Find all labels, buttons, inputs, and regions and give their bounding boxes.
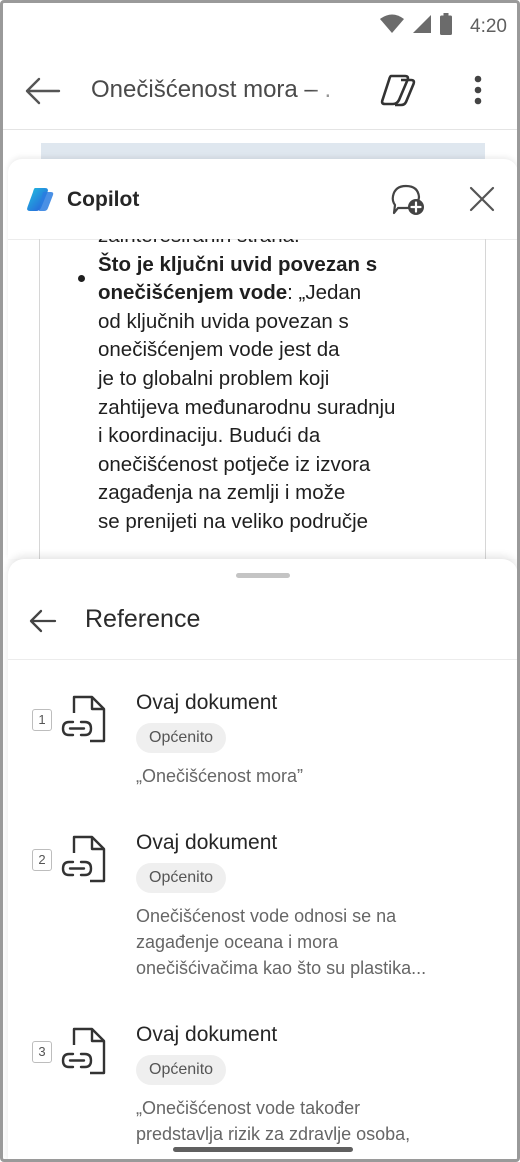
reference-excerpt: „Onečišćenost vode također predstavlja r… [136, 1098, 411, 1144]
home-indicator[interactable] [173, 1147, 353, 1152]
chat-text: od ključnih uvida povezan s [98, 309, 349, 333]
back-arrow-icon[interactable] [23, 71, 63, 116]
chat-bold-text: Što je ključni uvid povezan s [98, 252, 378, 276]
wifi-icon [380, 14, 405, 39]
copilot-response-text: zainteresiranih strana. Što je ključni uv… [98, 239, 458, 537]
chat-text: i koordinaciju. Budući da [98, 424, 321, 448]
reference-excerpt: Onečišćenost vode odnosi se na zagađenje… [136, 906, 427, 978]
status-bar: 4:20 [3, 3, 517, 53]
reference-badge: Općenito [136, 723, 227, 753]
chat-line: zainteresiranih strana. [98, 239, 458, 251]
reference-title: Reference [85, 605, 201, 633]
new-chat-icon[interactable] [390, 183, 426, 222]
reference-badge: Općenito [136, 863, 227, 893]
phone-screen: 4:20 Onečišćenost mora – . Copilot Što j… [0, 0, 520, 1162]
linked-document-icon [60, 693, 110, 750]
cellular-signal-icon [412, 14, 432, 39]
copilot-header: Copilot [8, 159, 517, 240]
copilot-logo-icon [26, 186, 54, 217]
chat-line: onečišćenjem vode jest da [98, 336, 458, 365]
reference-source-name: Ovaj dokument [136, 691, 278, 714]
chat-line: je to globalni problem koji [98, 365, 458, 394]
chat-text: zagađenja na zemlji i može [98, 481, 346, 505]
bullet-point [78, 275, 85, 282]
chat-divider [39, 239, 40, 559]
clock: 4:20 [470, 15, 507, 37]
copilot-title: Copilot [67, 188, 140, 211]
copilot-panel: Copilot zainteresiranih strana. Što je kl… [8, 159, 517, 559]
chat-text: se prenijeti na veliko područje [98, 509, 369, 533]
reference-number: 2 [32, 849, 52, 871]
reference-excerpt: „Onečišćenost mora” [136, 766, 304, 786]
chat-text: je to globalni problem koji [98, 366, 330, 390]
reference-badge: Općenito [136, 1055, 227, 1085]
chat-line: i koordinaciju. Budući da [98, 422, 458, 451]
chat-line: zagađenja na zemlji i može [98, 479, 458, 508]
chat-line: Što je ključni uvid povezan s [98, 251, 458, 280]
reference-sheet: Reference 1 Ovaj dokument Općenito „Oneč… [8, 559, 517, 1159]
copilot-toggle-icon[interactable] [379, 72, 417, 113]
chat-line: se prenijeti na veliko područje [98, 508, 458, 537]
reference-source-name: Ovaj dokument [136, 1023, 278, 1046]
chat-divider [485, 239, 486, 559]
chat-text: onečišćenost potječe iz izvora [98, 452, 371, 476]
chat-text: zainteresiranih strana. [98, 239, 300, 247]
reference-number: 1 [32, 709, 52, 731]
chat-line: zahtijeva međunarodnu suradnju [98, 394, 458, 423]
reference-header: Reference [8, 585, 517, 660]
copilot-chat-body: zainteresiranih strana. Što je ključni uv… [8, 239, 517, 559]
more-vert-icon[interactable] [465, 71, 491, 116]
linked-document-icon [60, 833, 110, 890]
chat-line: od ključnih uvida povezan s [98, 308, 458, 337]
app-bar: Onečišćenost mora – . [3, 53, 517, 130]
drag-handle[interactable] [236, 573, 290, 578]
chat-bold-text: onečišćenjem vode [98, 281, 288, 305]
battery-icon [440, 13, 453, 40]
back-arrow-icon[interactable] [28, 606, 58, 641]
chat-text: zahtijeva međunarodnu suradnju [98, 395, 396, 419]
document-title: Onečišćenost mora – . [91, 76, 351, 104]
chat-text: : „Jedan [287, 281, 362, 305]
reference-number: 3 [32, 1041, 52, 1063]
chat-line: onečišćenjem vode: „Jedan [98, 279, 458, 308]
linked-document-icon [60, 1025, 110, 1082]
chat-line: onečišćenost potječe iz izvora [98, 451, 458, 480]
close-icon[interactable] [468, 185, 496, 218]
reference-source-name: Ovaj dokument [136, 831, 278, 854]
chat-text: onečišćenjem vode jest da [98, 338, 340, 362]
